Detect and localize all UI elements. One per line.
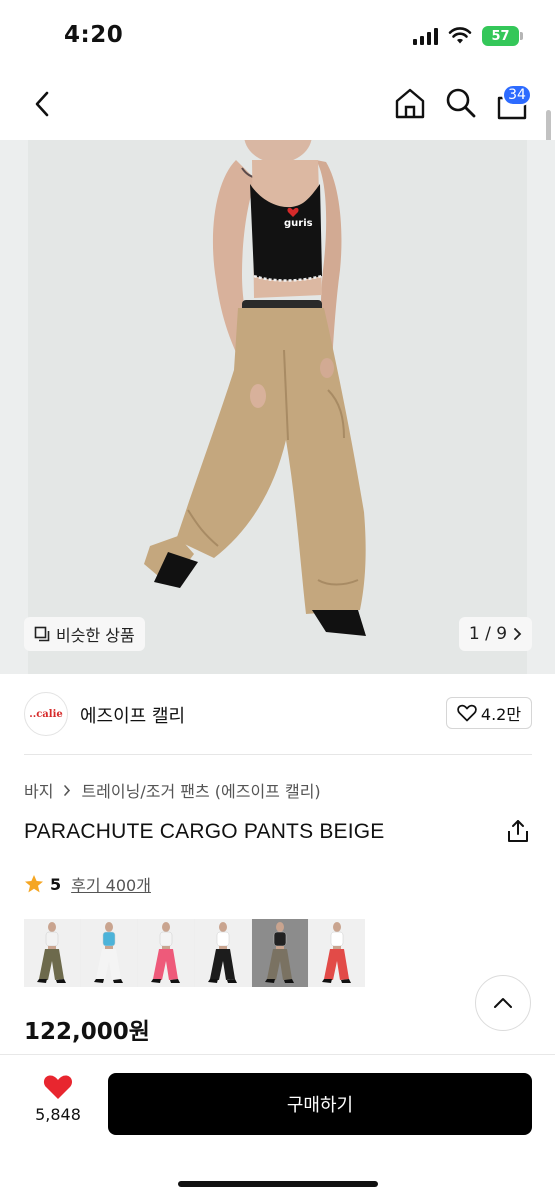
breadcrumb-item-subcategory[interactable]: 트레이닝/조거 팬츠 (에즈이프 캘리) <box>81 778 320 802</box>
share-icon[interactable] <box>505 818 531 844</box>
chevron-up-icon <box>494 998 512 1008</box>
image-counter[interactable]: 1 / 9 <box>459 617 532 651</box>
reviews-link[interactable]: 후기 400개 <box>71 872 151 896</box>
product-photo: guris <box>28 140 527 674</box>
home-indicator <box>178 1181 378 1187</box>
breadcrumb: 바지 트레이닝/조거 팬츠 (에즈이프 캘리) <box>24 778 321 802</box>
chevron-right-icon <box>64 784 71 796</box>
chevron-left-icon <box>35 91 49 117</box>
variant-thumbnail[interactable] <box>309 919 365 987</box>
status-bar: 4:20 57 <box>0 0 555 76</box>
rating-value: 5 <box>50 874 62 894</box>
brand-like-button[interactable]: 4.2만 <box>446 697 532 729</box>
image-counter-text: 1 / 9 <box>468 624 508 644</box>
top-nav <box>0 76 555 134</box>
variant-thumbnail[interactable] <box>252 919 308 987</box>
buy-button[interactable]: 구매하기 <box>108 1073 532 1135</box>
product-image-carousel[interactable]: guris <box>0 140 555 674</box>
cart-count-badge: 34 <box>502 84 532 106</box>
brand-logo[interactable]: ..calie <box>24 692 68 736</box>
battery-level: 57 <box>491 28 510 44</box>
wishlist-button[interactable]: 5,848 <box>30 1073 86 1124</box>
color-variant-thumbnails <box>24 919 365 987</box>
back-button[interactable] <box>26 88 58 120</box>
scroll-to-top-button[interactable] <box>475 975 531 1031</box>
wishlist-count: 5,848 <box>35 1105 81 1124</box>
product-title: PARACHUTE CARGO PANTS BEIGE <box>24 820 385 843</box>
heart-outline-icon <box>457 704 477 722</box>
status-time: 4:20 <box>64 22 124 48</box>
brand-name[interactable]: 에즈이프 캘리 <box>80 702 185 728</box>
star-icon <box>25 875 43 893</box>
status-icons: 57 <box>413 26 523 46</box>
variant-thumbnail[interactable] <box>138 919 194 987</box>
home-icon[interactable] <box>393 86 427 120</box>
breadcrumb-item-category[interactable]: 바지 <box>24 778 53 802</box>
heart-filled-icon <box>43 1075 73 1099</box>
similar-products-button[interactable]: 비슷한 상품 <box>24 617 145 651</box>
chevron-right-icon <box>514 628 522 640</box>
brand-like-count: 4.2만 <box>480 705 522 724</box>
wifi-icon <box>448 27 472 44</box>
brand-row[interactable]: ..calie 에즈이프 캘리 4.2만 <box>0 686 555 746</box>
bottom-action-bar: 5,848 구매하기 <box>0 1054 555 1200</box>
product-price: 122,000원 <box>24 1019 150 1045</box>
signal-icon <box>413 27 438 45</box>
copy-icon <box>34 626 50 642</box>
rating-row: 5 후기 400개 <box>24 872 151 896</box>
variant-thumbnail[interactable] <box>24 919 80 987</box>
battery-icon: 57 <box>482 26 523 46</box>
svg-text:guris: guris <box>284 218 313 229</box>
divider <box>24 754 532 755</box>
variant-thumbnail[interactable] <box>195 919 251 987</box>
similar-products-label: 비슷한 상품 <box>56 626 135 645</box>
search-icon[interactable] <box>444 86 478 120</box>
variant-thumbnail[interactable] <box>81 919 137 987</box>
